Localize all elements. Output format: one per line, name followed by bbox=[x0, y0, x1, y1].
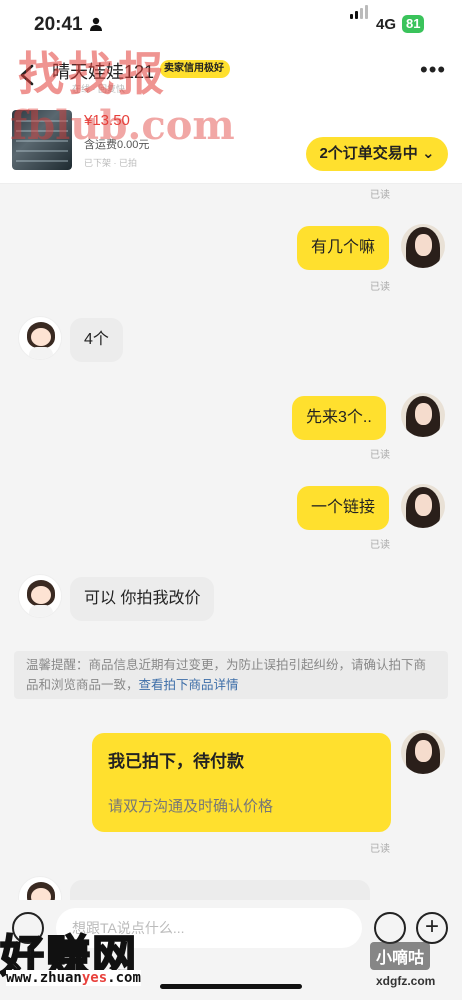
message-bubble-seller[interactable]: 4个 bbox=[70, 318, 123, 362]
view-order-details-link[interactable]: 查看拍下商品详情 bbox=[139, 678, 239, 692]
order-card-subtitle: 请双方沟通及时确认价格 bbox=[108, 798, 274, 815]
credit-badge[interactable]: 卖家信用极好 bbox=[160, 60, 230, 78]
my-avatar[interactable] bbox=[401, 484, 445, 528]
seller-avatar[interactable] bbox=[18, 574, 62, 618]
order-status-card[interactable]: 我已拍下，待付款 请双方沟通及时确认价格 bbox=[92, 733, 391, 832]
product-thumbnail[interactable] bbox=[12, 110, 72, 170]
message-bubble-mine[interactable]: 一个链接 bbox=[297, 486, 390, 530]
my-avatar[interactable] bbox=[401, 730, 445, 774]
person-icon bbox=[90, 17, 102, 31]
back-icon[interactable] bbox=[18, 64, 38, 86]
plus-icon[interactable]: + bbox=[416, 912, 448, 944]
read-receipt: 已读 bbox=[370, 190, 390, 201]
product-tag: 已下架 · 已拍 bbox=[84, 158, 137, 168]
read-receipt: 已读 bbox=[370, 844, 390, 855]
seller-avatar[interactable] bbox=[18, 316, 62, 360]
more-menu-icon[interactable]: ••• bbox=[420, 59, 446, 81]
my-avatar[interactable] bbox=[401, 393, 445, 437]
message-input[interactable]: 想跟TA说点什么... bbox=[56, 908, 362, 948]
system-notice: 温馨提醒：商品信息近期有过变更，为防止误拍引起纠纷，请确认拍下商品和浏览商品一致… bbox=[14, 651, 448, 699]
voice-icon[interactable] bbox=[12, 912, 44, 944]
read-receipt: 已读 bbox=[370, 282, 390, 293]
seller-name[interactable]: 晴天娃娃121 bbox=[52, 58, 154, 84]
status-bar: 20:41 4G 81 bbox=[0, 0, 462, 52]
orders-in-progress-button[interactable]: 2个订单交易中 ⌄ bbox=[306, 137, 448, 171]
seller-status: 在线 · 回复快 bbox=[72, 84, 125, 94]
my-avatar[interactable] bbox=[401, 224, 445, 268]
product-price: ¥13.50 bbox=[84, 112, 130, 129]
read-receipt: 已读 bbox=[370, 450, 390, 461]
read-receipt: 已读 bbox=[370, 540, 390, 551]
message-bubble-mine[interactable]: 有几个嘛 bbox=[297, 226, 390, 270]
home-indicator bbox=[160, 984, 302, 989]
battery-icon: 81 bbox=[402, 15, 425, 33]
emoji-icon[interactable] bbox=[374, 912, 406, 944]
message-bubble-mine[interactable]: 先来3个.. bbox=[292, 396, 386, 440]
status-time: 20:41 bbox=[34, 14, 83, 35]
network-label: 4G bbox=[376, 16, 397, 33]
order-card-title: 我已拍下，待付款 bbox=[108, 752, 244, 771]
product-shipping: 含运费0.00元 bbox=[84, 139, 150, 151]
message-bubble-seller[interactable]: 可以 你拍我改价 bbox=[70, 577, 215, 621]
chat-header: 晴天娃娃121 卖家信用极好 在线 · 回复快 ••• bbox=[0, 52, 462, 98]
